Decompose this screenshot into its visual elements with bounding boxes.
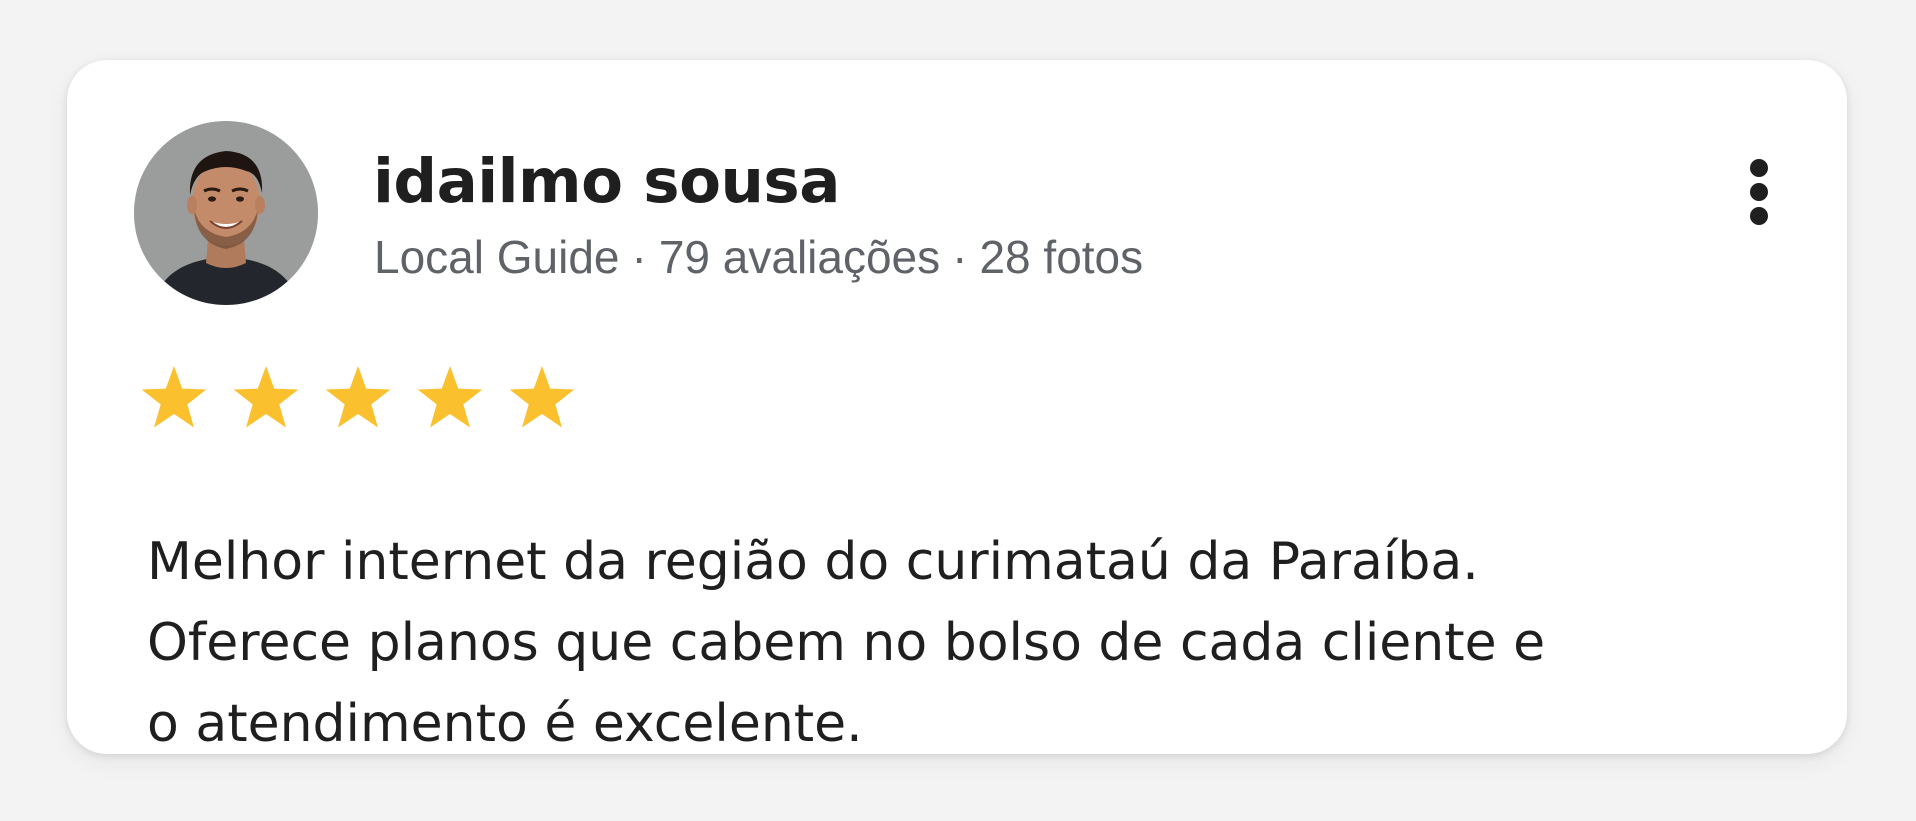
review-card: idailmo sousa Local Guide · 79 avaliações ·…	[67, 60, 1847, 754]
more-options-button[interactable]	[1729, 150, 1789, 250]
photos-count: 28 fotos	[979, 231, 1144, 283]
star-icon	[417, 366, 483, 428]
star-icon	[233, 366, 299, 428]
star-rating	[140, 363, 600, 435]
local-guide-badge: Local Guide	[374, 231, 620, 283]
meta-separator: ·	[952, 231, 968, 283]
star-icon	[509, 366, 575, 428]
review-text-line: Oferece planos que cabem no bolso de cad…	[147, 613, 1546, 673]
star-icon	[141, 366, 207, 428]
review-text: Melhor internet da região do curimataú d…	[147, 522, 1727, 765]
meta-separator: ·	[631, 231, 647, 283]
reviewer-name[interactable]: idailmo sousa	[373, 146, 840, 217]
reviews-count: 79 avaliações	[658, 231, 941, 283]
star-icon	[325, 366, 391, 428]
more-vert-icon	[1750, 159, 1768, 225]
review-text-line: Melhor internet da região do curimataú d…	[147, 532, 1479, 592]
avatar[interactable]	[134, 121, 318, 305]
review-text-line: o atendimento é excelente.	[147, 694, 863, 754]
reviewer-meta: Local Guide · 79 avaliações · 28 fotos	[374, 230, 1143, 284]
avatar-image	[134, 121, 318, 305]
